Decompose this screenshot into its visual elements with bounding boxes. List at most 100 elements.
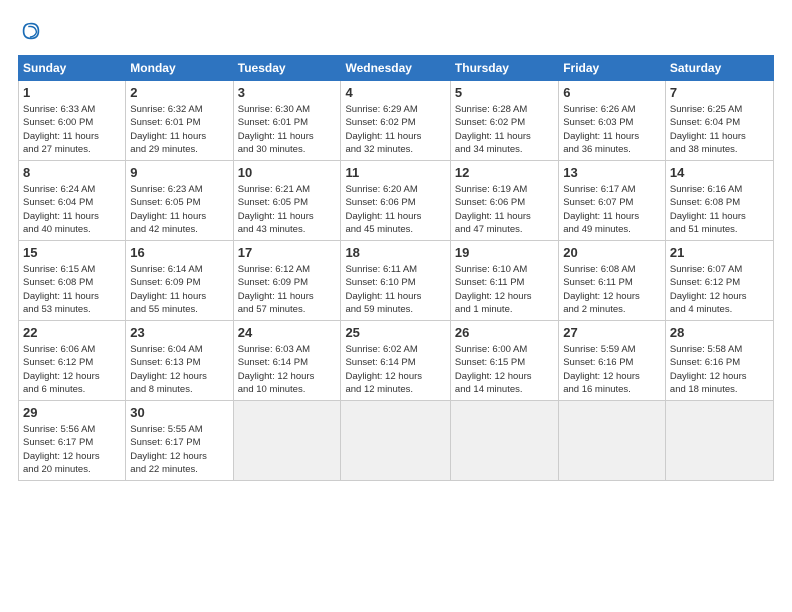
day-cell (341, 401, 450, 481)
day-info-line: and 10 minutes. (238, 383, 337, 396)
day-cell: 18Sunrise: 6:11 AMSunset: 6:10 PMDayligh… (341, 241, 450, 321)
day-info-line: Sunset: 6:01 PM (130, 116, 228, 129)
day-info-line: Sunset: 6:15 PM (455, 356, 554, 369)
day-info-line: Daylight: 11 hours (455, 210, 554, 223)
logo (18, 20, 44, 47)
day-number: 2 (130, 84, 228, 102)
day-info-line: Daylight: 12 hours (130, 370, 228, 383)
day-info-line: Sunrise: 6:14 AM (130, 263, 228, 276)
day-info-line: Daylight: 11 hours (23, 290, 121, 303)
day-number: 21 (670, 244, 769, 262)
day-info-line: Daylight: 11 hours (23, 210, 121, 223)
day-cell: 5Sunrise: 6:28 AMSunset: 6:02 PMDaylight… (450, 81, 558, 161)
day-info-line: Sunset: 6:07 PM (563, 196, 661, 209)
day-info-line: Sunset: 6:01 PM (238, 116, 337, 129)
day-info-line: Sunrise: 5:58 AM (670, 343, 769, 356)
day-info-line: Daylight: 11 hours (130, 290, 228, 303)
day-info-line: Sunrise: 6:29 AM (345, 103, 445, 116)
day-info-line: Sunrise: 6:12 AM (238, 263, 337, 276)
day-number: 9 (130, 164, 228, 182)
day-cell: 7Sunrise: 6:25 AMSunset: 6:04 PMDaylight… (665, 81, 773, 161)
day-info-line: Daylight: 11 hours (238, 210, 337, 223)
day-cell: 11Sunrise: 6:20 AMSunset: 6:06 PMDayligh… (341, 161, 450, 241)
day-number: 27 (563, 324, 661, 342)
day-cell: 25Sunrise: 6:02 AMSunset: 6:14 PMDayligh… (341, 321, 450, 401)
header-cell-friday: Friday (559, 56, 666, 81)
day-info-line: Sunrise: 6:28 AM (455, 103, 554, 116)
week-row-5: 29Sunrise: 5:56 AMSunset: 6:17 PMDayligh… (19, 401, 774, 481)
day-number: 1 (23, 84, 121, 102)
day-cell: 9Sunrise: 6:23 AMSunset: 6:05 PMDaylight… (126, 161, 233, 241)
day-info-line: and 59 minutes. (345, 303, 445, 316)
day-info-line: and 47 minutes. (455, 223, 554, 236)
day-info-line: and 12 minutes. (345, 383, 445, 396)
day-info-line: Sunset: 6:08 PM (670, 196, 769, 209)
day-number: 4 (345, 84, 445, 102)
day-info-line: and 51 minutes. (670, 223, 769, 236)
day-info-line: Sunset: 6:08 PM (23, 276, 121, 289)
day-info-line: Sunrise: 6:30 AM (238, 103, 337, 116)
day-info-line: Sunrise: 6:33 AM (23, 103, 121, 116)
day-info-line: Sunrise: 6:00 AM (455, 343, 554, 356)
day-info-line: Daylight: 11 hours (238, 130, 337, 143)
day-cell: 17Sunrise: 6:12 AMSunset: 6:09 PMDayligh… (233, 241, 341, 321)
day-info-line: Daylight: 11 hours (455, 130, 554, 143)
day-info-line: Sunrise: 6:15 AM (23, 263, 121, 276)
day-info-line: Sunrise: 6:20 AM (345, 183, 445, 196)
day-info-line: and 2 minutes. (563, 303, 661, 316)
day-info-line: Sunrise: 6:26 AM (563, 103, 661, 116)
day-info-line: Sunset: 6:00 PM (23, 116, 121, 129)
day-info-line: Sunset: 6:14 PM (238, 356, 337, 369)
day-cell: 6Sunrise: 6:26 AMSunset: 6:03 PMDaylight… (559, 81, 666, 161)
day-info-line: Sunset: 6:17 PM (130, 436, 228, 449)
header-cell-sunday: Sunday (19, 56, 126, 81)
day-number: 6 (563, 84, 661, 102)
day-info-line: and 6 minutes. (23, 383, 121, 396)
day-info-line: Sunrise: 6:24 AM (23, 183, 121, 196)
day-info-line: Daylight: 11 hours (345, 210, 445, 223)
day-info-line: and 22 minutes. (130, 463, 228, 476)
day-number: 15 (23, 244, 121, 262)
day-info-line: Daylight: 12 hours (670, 290, 769, 303)
day-cell (559, 401, 666, 481)
day-info-line: and 30 minutes. (238, 143, 337, 156)
day-info-line: and 32 minutes. (345, 143, 445, 156)
day-info-line: Sunset: 6:09 PM (130, 276, 228, 289)
day-cell: 1Sunrise: 6:33 AMSunset: 6:00 PMDaylight… (19, 81, 126, 161)
day-cell: 3Sunrise: 6:30 AMSunset: 6:01 PMDaylight… (233, 81, 341, 161)
day-info-line: Sunset: 6:05 PM (238, 196, 337, 209)
day-cell: 16Sunrise: 6:14 AMSunset: 6:09 PMDayligh… (126, 241, 233, 321)
day-info-line: Daylight: 12 hours (563, 370, 661, 383)
day-info-line: and 57 minutes. (238, 303, 337, 316)
day-cell: 26Sunrise: 6:00 AMSunset: 6:15 PMDayligh… (450, 321, 558, 401)
day-info-line: Sunrise: 6:03 AM (238, 343, 337, 356)
week-row-4: 22Sunrise: 6:06 AMSunset: 6:12 PMDayligh… (19, 321, 774, 401)
day-number: 28 (670, 324, 769, 342)
day-cell: 29Sunrise: 5:56 AMSunset: 6:17 PMDayligh… (19, 401, 126, 481)
day-number: 23 (130, 324, 228, 342)
day-cell: 12Sunrise: 6:19 AMSunset: 6:06 PMDayligh… (450, 161, 558, 241)
day-info-line: Sunrise: 6:16 AM (670, 183, 769, 196)
day-info-line: and 53 minutes. (23, 303, 121, 316)
day-info-line: Sunrise: 6:06 AM (23, 343, 121, 356)
day-info-line: Sunset: 6:02 PM (345, 116, 445, 129)
calendar-table: SundayMondayTuesdayWednesdayThursdayFrid… (18, 55, 774, 481)
logo-icon (20, 20, 42, 42)
day-number: 26 (455, 324, 554, 342)
day-info-line: and 42 minutes. (130, 223, 228, 236)
day-cell: 10Sunrise: 6:21 AMSunset: 6:05 PMDayligh… (233, 161, 341, 241)
day-number: 7 (670, 84, 769, 102)
day-info-line: Sunrise: 6:23 AM (130, 183, 228, 196)
day-info-line: Daylight: 11 hours (670, 210, 769, 223)
day-info-line: and 27 minutes. (23, 143, 121, 156)
day-info-line: Daylight: 12 hours (455, 290, 554, 303)
header-cell-wednesday: Wednesday (341, 56, 450, 81)
day-number: 24 (238, 324, 337, 342)
day-info-line: Sunrise: 6:08 AM (563, 263, 661, 276)
day-info-line: Sunset: 6:17 PM (23, 436, 121, 449)
day-cell: 4Sunrise: 6:29 AMSunset: 6:02 PMDaylight… (341, 81, 450, 161)
day-cell: 21Sunrise: 6:07 AMSunset: 6:12 PMDayligh… (665, 241, 773, 321)
day-info-line: Sunset: 6:12 PM (670, 276, 769, 289)
day-info-line: Daylight: 12 hours (670, 370, 769, 383)
day-number: 20 (563, 244, 661, 262)
